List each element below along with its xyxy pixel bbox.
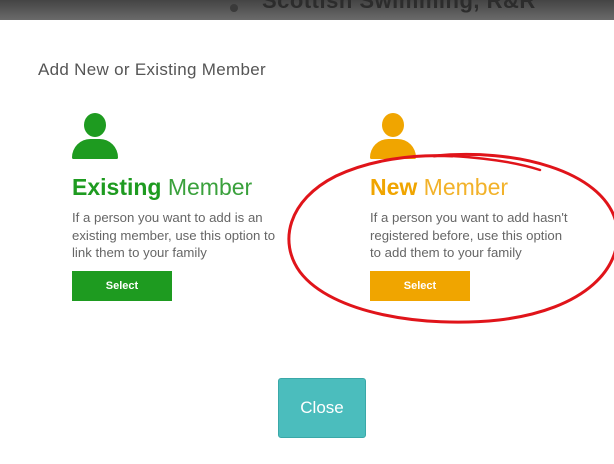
- existing-member-person-icon: [72, 113, 118, 159]
- new-member-description: If a person you want to add hasn't regis…: [370, 209, 610, 262]
- new-member-desc-line: If a person you want to add hasn't: [370, 210, 568, 225]
- new-member-option: New Member If a person you want to add h…: [370, 113, 610, 301]
- new-member-heading-rest: Member: [417, 174, 509, 200]
- new-member-person-icon: [370, 113, 416, 159]
- person-icon-body: [370, 139, 416, 159]
- existing-member-desc-line: If a person you want to add is an: [72, 210, 263, 225]
- modal-title: Add New or Existing Member: [38, 60, 266, 79]
- person-icon-body: [72, 139, 118, 159]
- existing-member-heading-strong: Existing: [72, 174, 162, 200]
- header-title: Scottish Swimming, R&R: [262, 0, 536, 13]
- header-logo-icon: [230, 4, 238, 12]
- new-member-desc-line: to add them to your family: [370, 245, 522, 260]
- person-icon-head: [84, 113, 106, 137]
- existing-member-description: If a person you want to add is an existi…: [72, 209, 312, 262]
- new-member-heading: New Member: [370, 173, 610, 201]
- existing-member-desc-line: existing member, use this option to: [72, 227, 276, 243]
- existing-member-desc-line: link them to your family: [72, 245, 207, 260]
- new-member-desc-line: registered before, use this option: [370, 227, 563, 243]
- close-button[interactable]: Close: [278, 378, 366, 438]
- existing-member-select-button[interactable]: Select: [72, 270, 172, 301]
- page: Scottish Swimming, R&R Add New or Existi…: [0, 0, 614, 464]
- person-icon-head: [382, 113, 404, 137]
- new-member-heading-strong: New: [370, 174, 418, 200]
- existing-member-heading: Existing Member: [72, 173, 312, 201]
- existing-member-heading-rest: Member: [161, 174, 253, 200]
- top-header-bar: Scottish Swimming, R&R: [0, 0, 614, 20]
- existing-member-option: Existing Member If a person you want to …: [72, 113, 312, 301]
- new-member-select-button[interactable]: Select: [370, 270, 470, 301]
